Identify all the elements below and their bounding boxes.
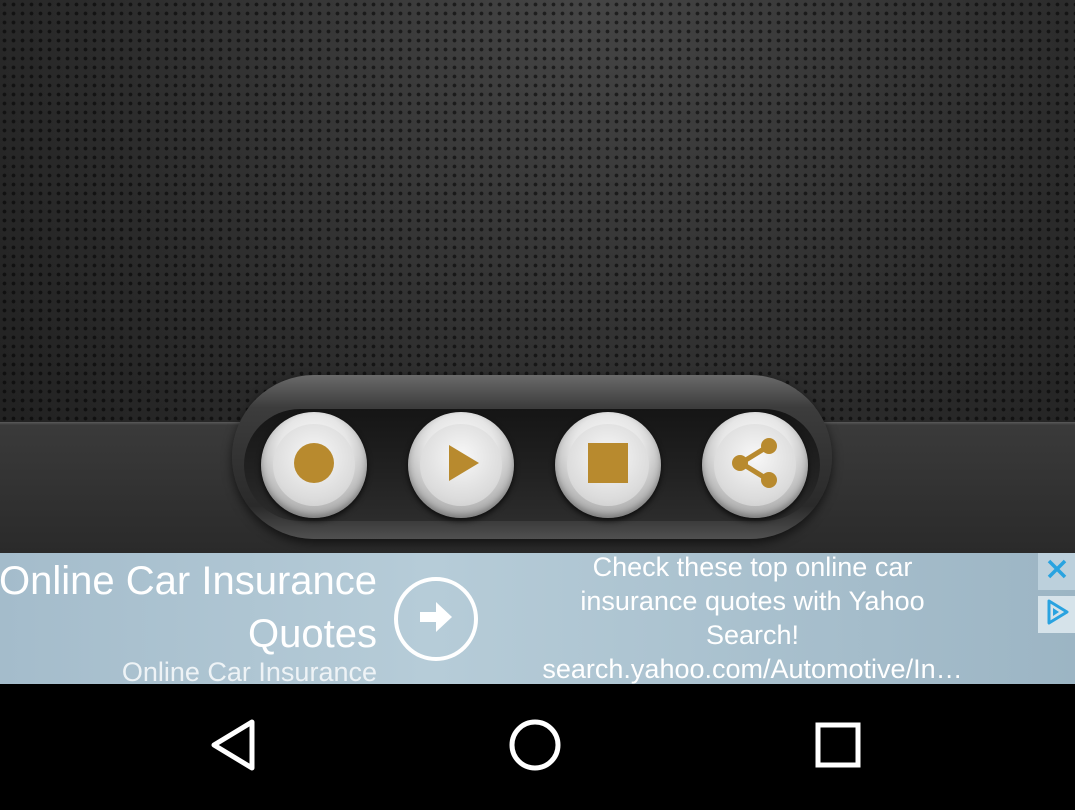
recents-button[interactable] <box>798 712 878 782</box>
play-button[interactable] <box>408 412 514 518</box>
ad-banner[interactable]: Online Car Insurance Quotes Online Car I… <box>0 553 1075 684</box>
navigation-bar <box>0 684 1075 810</box>
ad-title[interactable]: Online Car Insurance Quotes <box>0 555 377 661</box>
back-button[interactable] <box>193 712 273 782</box>
back-triangle-icon <box>208 718 258 777</box>
record-icon <box>292 441 336 490</box>
recents-square-icon <box>814 721 862 774</box>
ad-arrow-button[interactable] <box>394 577 478 661</box>
ad-description-line: Check these top online car <box>592 553 913 582</box>
ad-description-line: Search! <box>705 620 800 650</box>
ad-url: search.yahoo.com/Automotive/In… <box>542 654 963 684</box>
ad-description[interactable]: Check these top online car insurance quo… <box>490 553 1015 684</box>
record-button[interactable] <box>261 412 367 518</box>
adchoices-button[interactable] <box>1038 596 1075 633</box>
play-icon <box>439 441 483 490</box>
stop-icon <box>586 441 630 490</box>
ad-description-line: insurance quotes with Yahoo <box>580 586 925 616</box>
ad-subtitle: Online Car Insurance <box>121 657 377 684</box>
home-button[interactable] <box>495 712 575 782</box>
share-button[interactable] <box>702 412 808 518</box>
ad-close-button[interactable] <box>1038 553 1075 590</box>
share-icon <box>727 435 783 496</box>
stop-button[interactable] <box>555 412 661 518</box>
app-area <box>0 0 1075 553</box>
arrow-right-icon <box>416 597 456 642</box>
home-circle-icon <box>508 718 562 777</box>
adchoices-icon <box>1043 598 1071 631</box>
close-icon <box>1044 556 1070 587</box>
